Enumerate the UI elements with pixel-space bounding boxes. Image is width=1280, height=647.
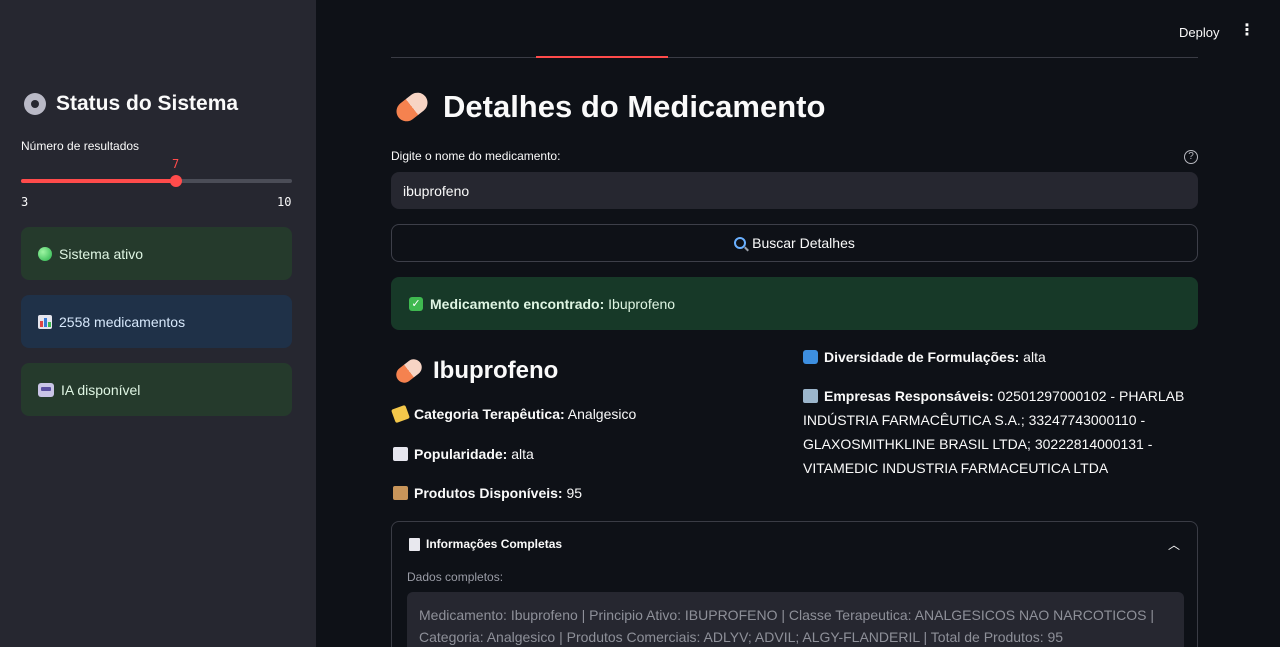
success-text: Medicamento encontrado: Ibuprofeno (430, 296, 675, 312)
status-card-system: Sistema ativo (21, 227, 292, 280)
field-text: Produtos Disponíveis: 95 (414, 485, 582, 501)
status-card-label: IA disponível (61, 381, 141, 398)
field-label: Empresas Responsáveis: (824, 388, 994, 404)
status-card-label: Sistema ativo (59, 245, 144, 262)
slider-max: 10 (277, 195, 292, 209)
field-empresas: Empresas Responsáveis: 02501297000102 - … (803, 384, 1203, 480)
input-label: Digite o nome do medicamento: (391, 149, 561, 163)
field-categoria: Categoria Terapêutica: Analgesico (391, 404, 636, 424)
sidebar-title: Status do Sistema (24, 92, 238, 116)
label-tag-icon (391, 404, 410, 424)
tab-active-indicator[interactable] (536, 56, 668, 58)
robot-icon (38, 382, 54, 397)
success-alert: ✓ Medicamento encontrado: Ibuprofeno (391, 277, 1198, 330)
green-circle-icon (38, 246, 52, 261)
slider-value: 7 (172, 157, 180, 171)
gear-icon (24, 93, 46, 115)
pill-icon (393, 356, 425, 386)
medication-title: Ibuprofeno (393, 356, 559, 386)
field-label: Categoria Terapêutica: (414, 406, 565, 422)
field-popularidade: Popularidade: alta (393, 446, 534, 462)
medication-name: Ibuprofeno (433, 357, 559, 384)
field-label: Produtos Disponíveis: (414, 485, 563, 501)
help-icon[interactable]: ? (1184, 150, 1198, 164)
search-button-label: Buscar Detalhes (752, 235, 855, 251)
search-details-button[interactable]: Buscar Detalhes (391, 224, 1198, 262)
status-card-ai: IA disponível (21, 363, 292, 416)
office-building-icon (803, 389, 818, 403)
package-icon (393, 486, 408, 500)
field-text: Popularidade: alta (414, 446, 534, 462)
expander-textarea[interactable]: Medicamento: Ibuprofeno | Principio Ativ… (407, 592, 1184, 647)
field-label: Diversidade de Formulações: (824, 349, 1020, 365)
slider-min: 3 (21, 195, 29, 209)
expander-title: Informações Completas (426, 537, 563, 551)
field-text: Categoria Terapêutica: Analgesico (414, 406, 636, 422)
field-produtos: Produtos Disponíveis: 95 (393, 485, 582, 501)
medication-search-input[interactable] (391, 172, 1198, 209)
pill-icon (392, 88, 432, 126)
slider-label: Número de resultados (21, 139, 140, 153)
success-bold: Medicamento encontrado: (430, 295, 605, 312)
tab-bar (391, 57, 1198, 58)
expander-label: Dados completos: (407, 570, 504, 584)
document-icon (409, 537, 420, 551)
deploy-button[interactable]: Deploy (1179, 25, 1219, 40)
sidebar: Status do Sistema Número de resultados 7… (0, 0, 316, 647)
expander-header[interactable]: Informações Completas (409, 537, 562, 551)
page-title-text: Detalhes do Medicamento (443, 89, 826, 124)
bar-chart-icon (393, 447, 408, 461)
page-title: Detalhes do Medicamento (392, 88, 826, 126)
field-value: 95 (562, 485, 583, 501)
slider-thumb[interactable] (169, 175, 182, 187)
field-label: Popularidade: (414, 446, 508, 462)
field-value: alta (507, 446, 534, 462)
magnifier-icon (734, 237, 747, 249)
results-slider[interactable] (21, 175, 292, 187)
bar-chart-icon (38, 314, 52, 329)
cycle-icon (803, 350, 818, 364)
info-expander: Informações Completas ︿ Dados completos:… (391, 521, 1198, 647)
field-value: alta (1019, 349, 1046, 365)
check-icon: ✓ (409, 296, 423, 311)
field-value: Analgesico (564, 406, 637, 422)
chevron-up-icon[interactable]: ︿ (1168, 536, 1180, 553)
status-card-medications: 2558 medicamentos (21, 295, 292, 348)
field-diversidade: Diversidade de Formulações: alta (803, 345, 1203, 369)
status-card-label: 2558 medicamentos (59, 313, 186, 330)
slider-fill (21, 179, 176, 183)
success-value: Ibuprofeno (604, 295, 676, 312)
sidebar-title-text: Status do Sistema (56, 92, 239, 115)
kebab-menu-icon[interactable]: ⋮ (1239, 23, 1255, 39)
